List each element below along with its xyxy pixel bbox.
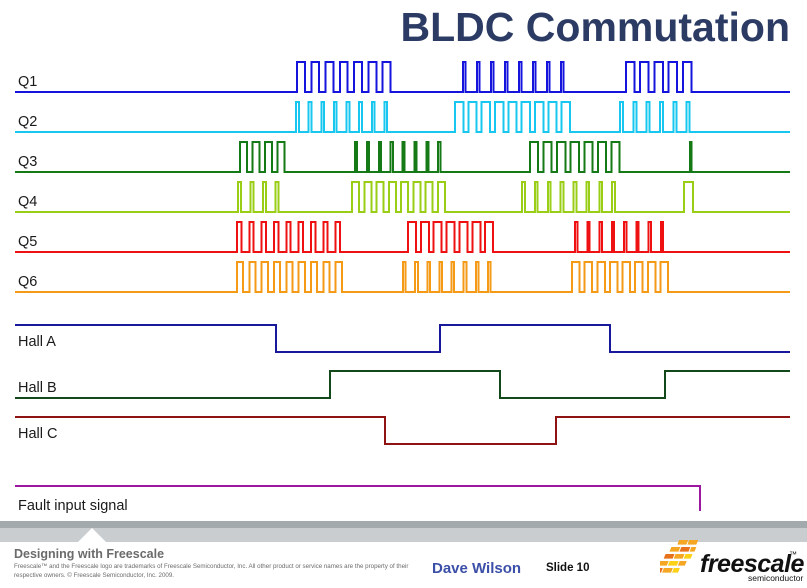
legal-notice: Freescale™ and the Freescale logo are tr… [14,563,409,579]
signal-label-q4: Q4 [18,194,38,210]
signal-label-q3: Q3 [18,154,38,170]
logo-subtitle: semiconductor [748,573,804,583]
waveform-svg [15,61,790,511]
signal-label-hall-a: Hall A [18,334,56,350]
signal-label-q2: Q2 [18,114,38,130]
signal-label-q6: Q6 [18,274,38,290]
signal-label-q5: Q5 [18,234,38,250]
footer-notch-arrow [78,528,106,542]
slide-number: Slide 10 [546,562,590,574]
logo-trademark: ™ [789,550,797,559]
waveform-q4 [15,181,790,213]
waveform-q3 [15,141,790,173]
waveform-q5 [15,221,790,253]
waveform-q1 [15,61,790,93]
waveform-q2 [15,101,790,133]
freescale-logo: freescale ™ semiconductor [652,538,805,588]
freescale-mark-icon [652,540,699,573]
waveform-hall-c [15,416,790,445]
waveform-hall-b [15,370,790,399]
waveform-hall-a [15,324,790,353]
signal-label-fault-input-signal: Fault input signal [18,498,128,514]
page-title: BLDC Commutation [400,4,790,50]
waveform-fault-input-signal [15,485,701,511]
waveform-q6 [15,261,790,293]
signal-label-q1: Q1 [18,74,38,90]
signal-label-hall-c: Hall C [18,426,58,442]
presenter-name: Dave Wilson [432,560,522,577]
signal-label-hall-b: Hall B [18,380,57,396]
footer-band-upper [0,521,807,528]
waveform-chart: Q1 Q2 Q3 Q4 Q5 Q6 Hall A Hall B Hall C Fault inpu… [0,56,807,514]
footer: Designing with Freescale Freescale™ and … [0,540,807,588]
program-title: Designing with Freescale [14,547,165,561]
slide: BLDC Commutation Q1 Q2 Q3 Q4 Q5 Q6 Hall A Hall … [0,0,807,588]
